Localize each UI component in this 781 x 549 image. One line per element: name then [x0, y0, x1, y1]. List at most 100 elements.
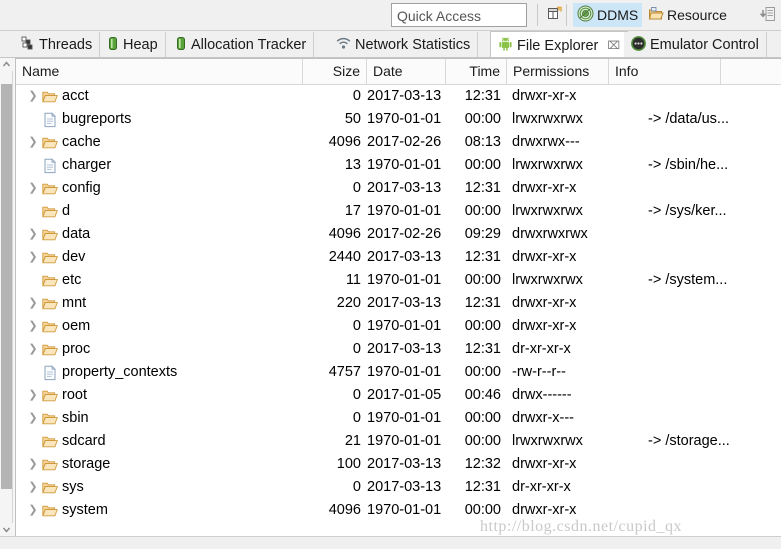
- table-row[interactable]: ❯ cache 4096 2017-02-26 08:13 drwxrwx---: [16, 131, 781, 154]
- expand-chevron-right-icon[interactable]: ❯: [26, 499, 40, 522]
- table-row[interactable]: d 17 1970-01-01 00:00 lrwxrwxrwx -> /sys/ker.…: [16, 200, 781, 223]
- cell-name[interactable]: bugreports: [16, 108, 303, 131]
- table-row[interactable]: ❯ sys 0 2017-03-13 12:31 dr-xr-xr-x: [16, 476, 781, 499]
- tab-allocation-tracker-label: Allocation Tracker: [191, 37, 307, 53]
- cell-name[interactable]: charger: [16, 154, 303, 177]
- tab-emulator-control[interactable]: Emulator Control: [624, 32, 767, 58]
- expand-chevron-right-icon[interactable]: ❯: [26, 338, 40, 361]
- cell-date: 2017-02-26: [367, 134, 442, 150]
- expand-chevron-right-icon[interactable]: ❯: [26, 223, 40, 246]
- file-name-label: cache: [62, 134, 101, 150]
- tab-network-statistics[interactable]: Network Statistics: [329, 32, 479, 58]
- table-row[interactable]: ❯ acct 0 2017-03-13 12:31 drwxr-xr-x: [16, 85, 781, 108]
- cell-permissions: drwxr-xr-x: [512, 456, 577, 472]
- close-icon[interactable]: ⌧: [607, 39, 620, 52]
- cell-name[interactable]: ❯ cache: [16, 131, 303, 154]
- cell-name[interactable]: ❯ config: [16, 177, 303, 200]
- column-header-permissions[interactable]: Permissions: [507, 59, 609, 84]
- tab-file-explorer[interactable]: File Explorer ⌧: [490, 31, 629, 59]
- cell-name[interactable]: d: [16, 200, 303, 223]
- file-name-label: system: [62, 502, 108, 518]
- cell-name[interactable]: ❯ system: [16, 499, 303, 522]
- cell-name[interactable]: sdcard: [16, 430, 303, 453]
- cell-permissions: drwxr-xr-x: [512, 88, 577, 104]
- cell-name[interactable]: ❯ storage: [16, 453, 303, 476]
- window-vertical-scrollbar[interactable]: [0, 58, 13, 536]
- table-row[interactable]: ❯ sbin 0 1970-01-01 00:00 drwxr-x---: [16, 407, 781, 430]
- perspective-ddms[interactable]: DDMS: [573, 3, 643, 27]
- tab-heap[interactable]: Heap: [100, 32, 166, 58]
- file-name-label: bugreports: [62, 111, 132, 127]
- cell-name[interactable]: ❯ acct: [16, 85, 303, 108]
- cell-name[interactable]: ❯ oem: [16, 315, 303, 338]
- cell-date: 2017-01-05: [367, 387, 442, 403]
- scrollbar-thumb[interactable]: [1, 84, 12, 489]
- column-header-time[interactable]: Time: [446, 59, 507, 84]
- cell-permissions: dr-xr-xr-x: [512, 341, 571, 357]
- table-row[interactable]: ❯ oem 0 1970-01-01 00:00 drwxr-xr-x: [16, 315, 781, 338]
- table-row[interactable]: ❯ storage 100 2017-03-13 12:32 drwxr-xr-x: [16, 453, 781, 476]
- cell-size: 0: [352, 387, 361, 403]
- expand-chevron-right-icon[interactable]: ❯: [26, 315, 40, 338]
- cell-size: 4096: [328, 502, 361, 518]
- cell-info: [648, 246, 758, 269]
- table-row[interactable]: ❯ config 0 2017-03-13 12:31 drwxr-xr-x: [16, 177, 781, 200]
- table-row[interactable]: bugreports 50 1970-01-01 00:00 lrwxrwxrwx -> …: [16, 108, 781, 131]
- tab-network-statistics-label: Network Statistics: [355, 37, 471, 53]
- table-row[interactable]: ❯ mnt 220 2017-03-13 12:31 drwxr-xr-x: [16, 292, 781, 315]
- table-row[interactable]: ❯ system 4096 1970-01-01 00:00 drwxr-xr-x: [16, 499, 781, 522]
- open-perspective-button[interactable]: [543, 3, 566, 27]
- emulator-control-icon: [631, 35, 646, 55]
- cell-name[interactable]: ❯ root: [16, 384, 303, 407]
- expand-chevron-right-icon[interactable]: ❯: [26, 292, 40, 315]
- table-row[interactable]: ❯ data 4096 2017-02-26 09:29 drwxrwxrwx: [16, 223, 781, 246]
- table-row[interactable]: ❯ dev 2440 2017-03-13 12:31 drwxr-xr-x: [16, 246, 781, 269]
- column-header-date[interactable]: Date: [367, 59, 446, 84]
- file-name-label: sdcard: [62, 433, 106, 449]
- expand-chevron-right-icon[interactable]: ❯: [26, 85, 40, 108]
- cell-name[interactable]: ❯ proc: [16, 338, 303, 361]
- scroll-down-arrow-icon[interactable]: [0, 523, 13, 536]
- tab-threads-label: Threads: [39, 37, 93, 53]
- cell-name[interactable]: property_contexts: [16, 361, 303, 384]
- expand-chevron-right-icon[interactable]: ❯: [26, 476, 40, 499]
- scroll-up-arrow-icon[interactable]: [0, 58, 13, 71]
- table-row[interactable]: sdcard 21 1970-01-01 00:00 lrwxrwxrwx -> /sto…: [16, 430, 781, 453]
- file-name-label: proc: [62, 341, 91, 357]
- table-row[interactable]: etc 11 1970-01-01 00:00 lrwxrwxrwx -> /system…: [16, 269, 781, 292]
- cell-info: -> /sys/ker...: [648, 203, 727, 219]
- cell-name[interactable]: ❯ data: [16, 223, 303, 246]
- perspective-resource[interactable]: Resource: [644, 3, 731, 27]
- expand-chevron-right-icon[interactable]: ❯: [26, 177, 40, 200]
- table-row[interactable]: ❯ root 0 2017-01-05 00:46 drwx------: [16, 384, 781, 407]
- cell-name[interactable]: ❯ sbin: [16, 407, 303, 430]
- expand-chevron-right-icon[interactable]: ❯: [26, 384, 40, 407]
- table-row[interactable]: property_contexts 4757 1970-01-01 00:00 -rw-…: [16, 361, 781, 384]
- cell-name[interactable]: ❯ sys: [16, 476, 303, 499]
- column-header-name[interactable]: Name: [16, 59, 303, 84]
- cell-name[interactable]: etc: [16, 269, 303, 292]
- quick-access-input[interactable]: Quick Access: [391, 3, 527, 27]
- expand-chevron-right-icon[interactable]: ❯: [26, 453, 40, 476]
- expand-chevron-right-icon[interactable]: ❯: [26, 407, 40, 430]
- cell-time: 09:29: [464, 226, 501, 242]
- cell-name[interactable]: ❯ mnt: [16, 292, 303, 315]
- cell-permissions: lrwxrwxrwx: [512, 203, 583, 219]
- tab-threads[interactable]: Threads: [14, 32, 101, 58]
- restore-perspective-button[interactable]: [756, 3, 780, 27]
- cell-permissions: drwxr-x---: [512, 410, 575, 426]
- tab-allocation-tracker[interactable]: Allocation Tracker: [168, 32, 315, 58]
- cell-info: [648, 499, 758, 522]
- cell-info: -> /data/us...: [648, 111, 730, 127]
- expand-chevron-right-icon[interactable]: ❯: [26, 131, 40, 154]
- expand-chevron-right-icon[interactable]: ❯: [26, 246, 40, 269]
- resource-icon: [648, 6, 664, 25]
- table-row[interactable]: charger 13 1970-01-01 00:00 lrwxrwxrwx -> /sb…: [16, 154, 781, 177]
- cell-time: 00:00: [464, 203, 501, 219]
- table-row[interactable]: ❯ proc 0 2017-03-13 12:31 dr-xr-xr-x: [16, 338, 781, 361]
- file-tree-rows: ❯ acct 0 2017-03-13 12:31 drwxr-xr-x bugreport…: [16, 85, 781, 522]
- column-header-size[interactable]: Size: [303, 59, 367, 84]
- cell-name[interactable]: ❯ dev: [16, 246, 303, 269]
- column-header-info[interactable]: Info: [609, 59, 721, 84]
